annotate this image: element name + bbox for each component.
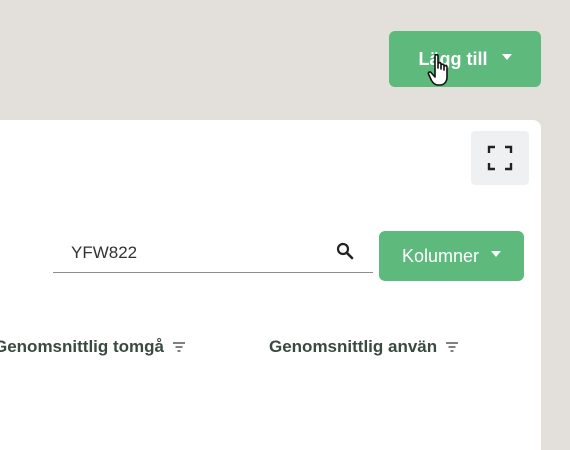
search-value: YFW822 [71, 243, 138, 262]
add-button[interactable]: Lägg till [389, 31, 541, 87]
chevron-down-icon [501, 54, 512, 60]
chevron-down-icon [491, 251, 502, 257]
search-input[interactable]: YFW822 [53, 232, 373, 273]
fullscreen-button[interactable] [471, 131, 529, 185]
hand-pointer-cursor-icon [427, 53, 448, 86]
column-header-label: Genomsnittlig tomgå [0, 337, 164, 356]
fullscreen-icon [487, 145, 513, 171]
filter-icon[interactable] [445, 341, 459, 353]
columns-button-label: Kolumner [401, 245, 480, 266]
filter-icon[interactable] [172, 341, 186, 353]
main-card [0, 120, 541, 450]
column-header-label: Genomsnittlig använ [269, 337, 438, 356]
column-header-avg-idle[interactable]: Genomsnittlig tomgå [0, 337, 186, 357]
columns-button[interactable]: Kolumner [379, 231, 524, 281]
search-icon[interactable] [335, 241, 355, 261]
column-header-avg-usage[interactable]: Genomsnittlig använ [269, 337, 459, 357]
